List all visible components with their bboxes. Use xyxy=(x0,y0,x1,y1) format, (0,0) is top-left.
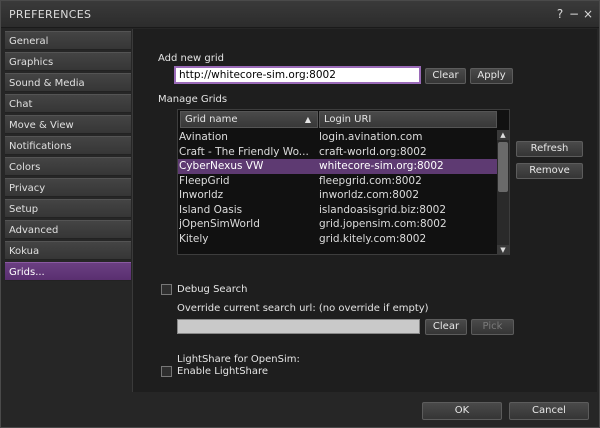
table-row[interactable]: Craft - The Friendly Wo... craft-world.o… xyxy=(178,145,498,160)
minimize-icon[interactable]: − xyxy=(567,6,581,22)
sidebar-item-chat[interactable]: Chat xyxy=(5,94,131,113)
add-grid-apply-button[interactable]: Apply xyxy=(470,68,513,84)
grid-name-cell: jOpenSimWorld xyxy=(179,218,260,230)
sidebar-item-notifications[interactable]: Notifications xyxy=(5,136,131,155)
sidebar-item-advanced[interactable]: Advanced xyxy=(5,220,131,239)
cancel-button[interactable]: Cancel xyxy=(509,402,589,420)
help-icon[interactable]: ? xyxy=(553,6,567,22)
login-uri-cell: whitecore-sim.org:8002 xyxy=(319,160,444,172)
manage-grids-label: Manage Grids xyxy=(158,94,228,105)
add-grid-input[interactable] xyxy=(174,66,421,84)
debug-search-checkbox[interactable] xyxy=(161,284,172,295)
column-header-grid-name-label: Grid name xyxy=(185,114,238,125)
dialog-footer: OK Cancel xyxy=(1,393,599,427)
login-uri-cell: grid.kitely.com:8002 xyxy=(319,232,427,245)
sidebar-item-colors[interactable]: Colors xyxy=(5,157,131,176)
login-uri-cell: login.avination.com xyxy=(319,131,423,143)
scroll-up-icon[interactable]: ▲ xyxy=(497,130,509,140)
preferences-sidebar: General Graphics Sound & Media Chat Move… xyxy=(5,31,131,283)
grid-name-cell: Avination xyxy=(179,131,228,143)
window-title: PREFERENCES xyxy=(9,8,92,21)
grid-name-cell: Island Oasis xyxy=(179,203,243,216)
lightshare-heading: LightShare for OpenSim: xyxy=(177,354,300,365)
login-uri-cell: inworldz.com:8002 xyxy=(319,189,420,201)
grid-name-cell: Inworldz xyxy=(179,189,224,201)
sidebar-item-kokua[interactable]: Kokua xyxy=(5,241,131,260)
table-row[interactable]: Avination login.avination.com xyxy=(178,130,498,145)
grid-name-cell: Craft - The Friendly Wo... xyxy=(179,145,309,158)
sidebar-item-setup[interactable]: Setup xyxy=(5,199,131,218)
refresh-button[interactable]: Refresh xyxy=(516,141,583,157)
close-icon[interactable]: × xyxy=(581,6,595,22)
sidebar-item-privacy[interactable]: Privacy xyxy=(5,178,131,197)
override-search-url-input[interactable] xyxy=(177,319,420,334)
sidebar-item-move-view[interactable]: Move & View xyxy=(5,115,131,134)
table-row[interactable]: Inworldz inworldz.com:8002 xyxy=(178,188,498,203)
title-bar[interactable]: PREFERENCES ? − × xyxy=(1,1,599,28)
login-uri-cell: fleepgrid.com:8002 xyxy=(319,174,422,187)
preferences-window: PREFERENCES ? − × General Graphics Sound… xyxy=(0,0,600,428)
sidebar-item-sound-media[interactable]: Sound & Media xyxy=(5,73,131,92)
sidebar-item-general[interactable]: General xyxy=(5,31,131,50)
table-row[interactable]: Kitely grid.kitely.com:8002 xyxy=(178,232,498,247)
sidebar-item-graphics[interactable]: Graphics xyxy=(5,52,131,71)
login-uri-cell: craft-world.org:8002 xyxy=(319,145,427,158)
sort-ascending-icon: ▲ xyxy=(304,115,311,124)
grid-list-scrollbar[interactable]: ▲ ▼ xyxy=(497,130,509,255)
grid-rows: Avination login.avination.com Craft - Th… xyxy=(178,130,498,246)
table-row[interactable]: Island Oasis islandoasisgrid.biz:8002 xyxy=(178,203,498,218)
remove-button[interactable]: Remove xyxy=(516,163,583,179)
login-uri-cell: islandoasisgrid.biz:8002 xyxy=(319,203,447,216)
search-url-clear-button[interactable]: Clear xyxy=(425,319,467,335)
login-uri-cell: grid.jopensim.com:8002 xyxy=(319,218,447,230)
grid-list[interactable]: Grid name ▲ Login URI Avination login.av… xyxy=(177,109,510,255)
table-row-selected[interactable]: CyberNexus VW whitecore-sim.org:8002 xyxy=(178,159,498,174)
add-grid-clear-button[interactable]: Clear xyxy=(425,68,466,84)
ok-button[interactable]: OK xyxy=(422,402,502,420)
grid-name-cell: CyberNexus VW xyxy=(179,160,264,172)
sidebar-item-grids[interactable]: Grids... xyxy=(5,262,131,281)
search-url-pick-button[interactable]: Pick xyxy=(471,319,514,335)
enable-lightshare-label: Enable LightShare xyxy=(177,366,269,377)
column-header-login-uri[interactable]: Login URI xyxy=(319,111,497,128)
add-grid-label: Add new grid xyxy=(158,53,224,64)
column-header-grid-name[interactable]: Grid name ▲ xyxy=(180,111,318,128)
scroll-down-icon[interactable]: ▼ xyxy=(497,245,509,255)
grid-name-cell: FleepGrid xyxy=(179,174,230,187)
grid-name-cell: Kitely xyxy=(179,232,209,245)
scrollbar-thumb[interactable] xyxy=(498,142,508,192)
table-row[interactable]: FleepGrid fleepgrid.com:8002 xyxy=(178,174,498,189)
enable-lightshare-checkbox[interactable] xyxy=(161,366,172,377)
debug-search-label: Debug Search xyxy=(177,284,248,295)
table-row[interactable]: jOpenSimWorld grid.jopensim.com:8002 xyxy=(178,217,498,232)
override-search-label: Override current search url: (no overrid… xyxy=(177,303,429,314)
